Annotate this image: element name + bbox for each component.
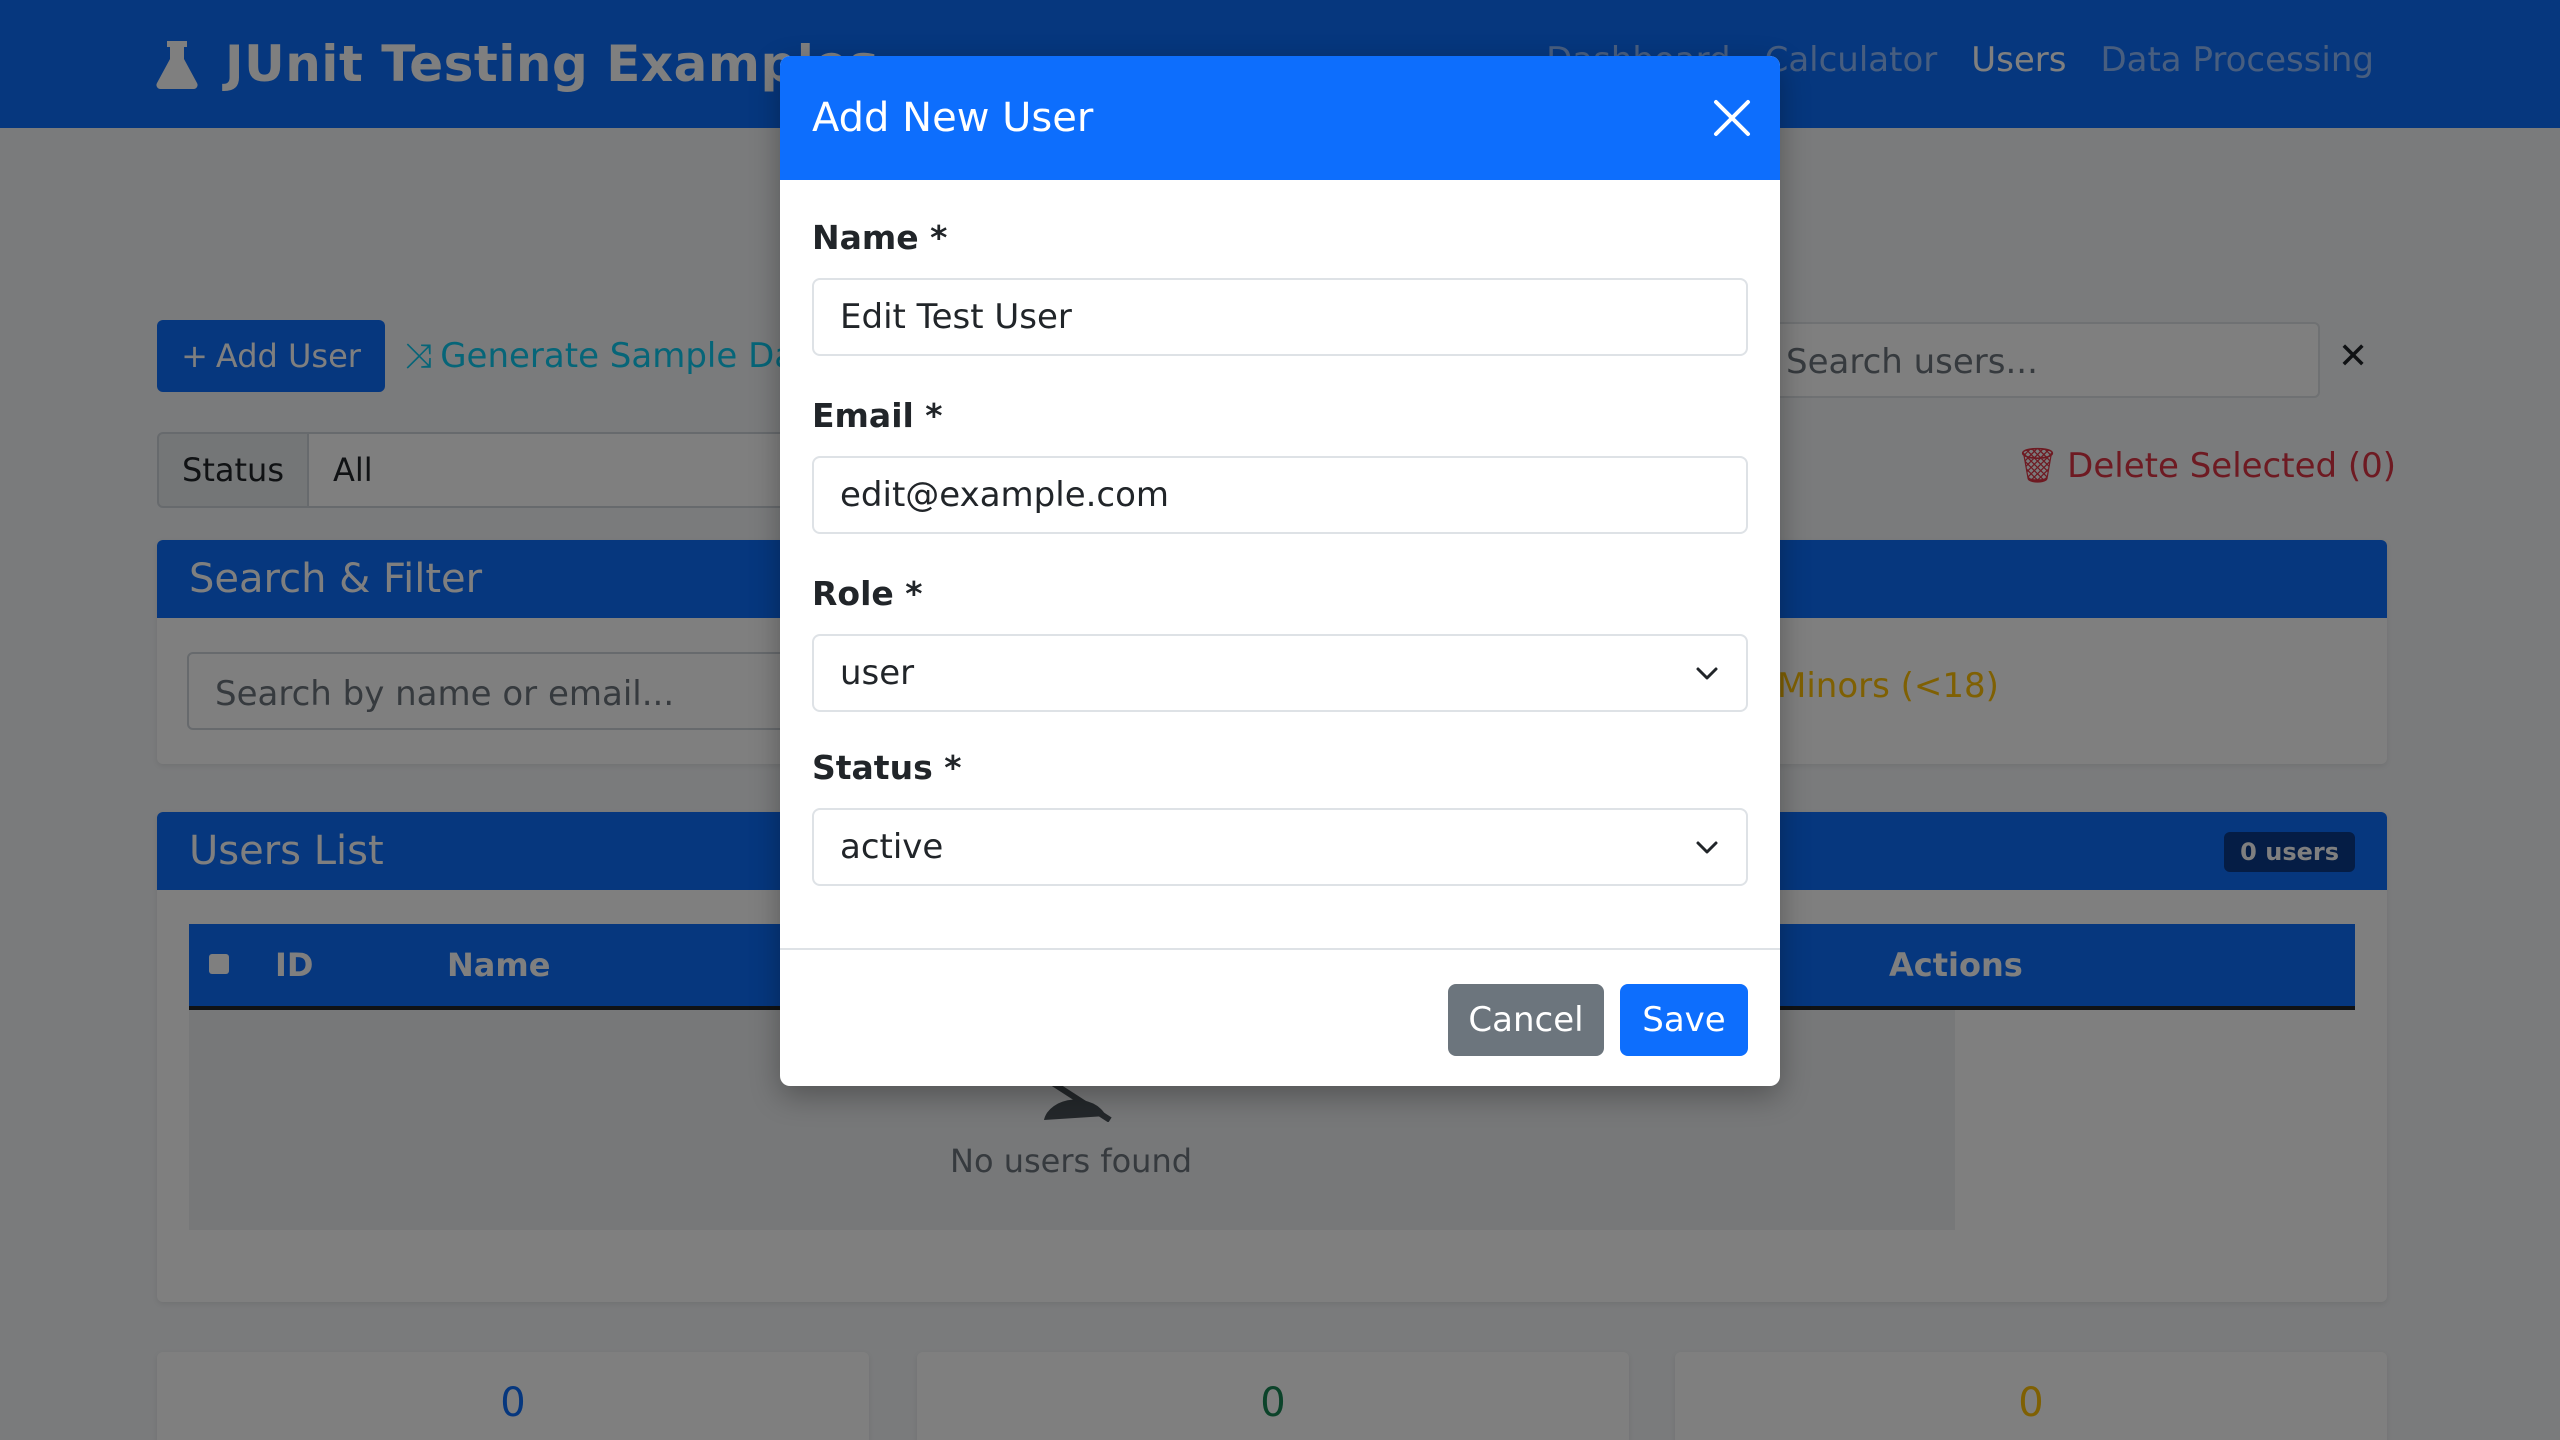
close-icon[interactable] <box>1712 98 1752 138</box>
role-select[interactable]: user <box>812 634 1748 712</box>
modal-header: Add New User <box>780 56 1780 180</box>
status-label: Status * <box>812 748 962 787</box>
email-label: Email * <box>812 396 943 435</box>
modal-title: Add New User <box>812 95 1094 141</box>
role-label: Role * <box>812 574 923 613</box>
modal-footer: Cancel Save <box>780 948 1780 1086</box>
chevron-down-icon <box>1696 841 1718 854</box>
save-button[interactable]: Save <box>1620 984 1748 1056</box>
status-select[interactable]: active <box>812 808 1748 886</box>
role-select-value: user <box>840 653 915 693</box>
add-user-modal: Add New User Name * Edit Test User Email… <box>780 56 1780 1086</box>
name-label: Name * <box>812 218 948 257</box>
name-field[interactable]: Edit Test User <box>812 278 1748 356</box>
cancel-button[interactable]: Cancel <box>1448 984 1604 1056</box>
email-field[interactable]: edit@example.com <box>812 456 1748 534</box>
status-select-value: active <box>840 827 944 867</box>
chevron-down-icon <box>1696 667 1718 680</box>
